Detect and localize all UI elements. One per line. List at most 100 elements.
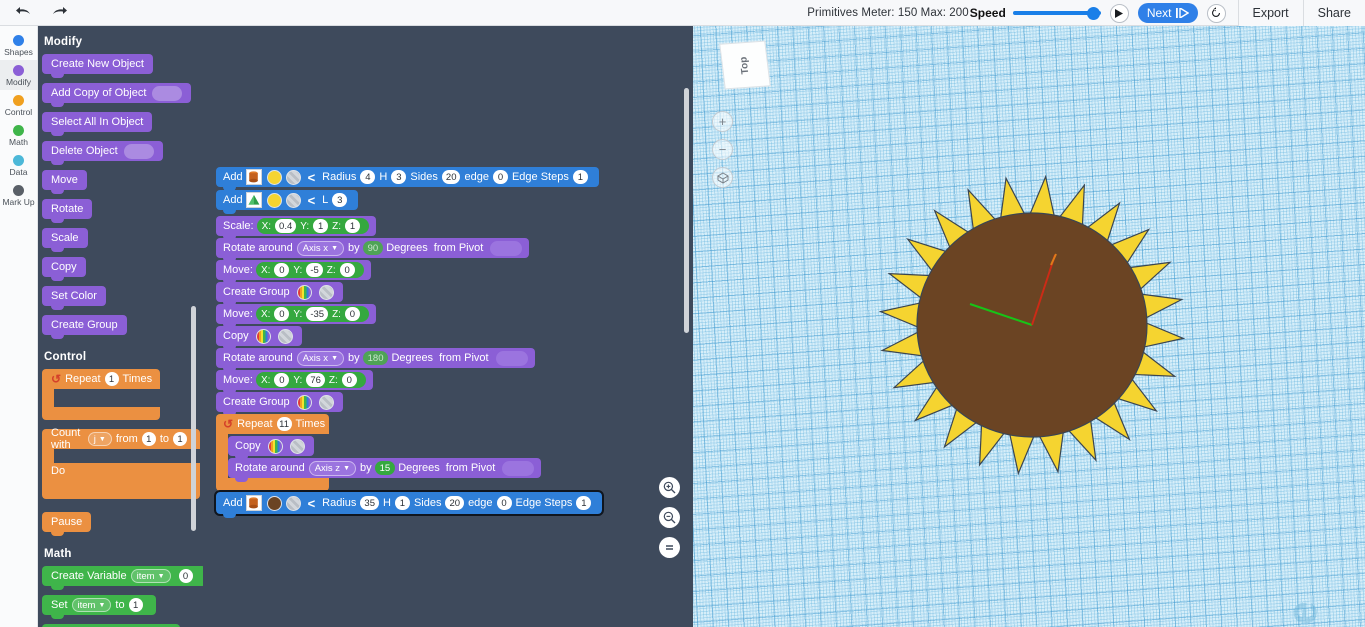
viewport-zoom-out-icon[interactable]: − xyxy=(712,139,733,160)
palette-block-pause[interactable]: Pause xyxy=(42,512,92,536)
speed-slider[interactable] xyxy=(1012,5,1101,21)
scale-x-input[interactable]: 0.4 xyxy=(275,219,297,233)
sides-input[interactable]: 20 xyxy=(441,170,461,184)
move-z-input[interactable]: 0 xyxy=(341,373,357,387)
material-swatch[interactable] xyxy=(318,394,334,410)
cylinder-icon[interactable] xyxy=(245,495,262,511)
script-block-move-3[interactable]: Move: X: 0 Y: 76 Z: 0 xyxy=(216,370,373,394)
set-variable-value[interactable]: 1 xyxy=(128,598,143,612)
sides-input[interactable]: 20 xyxy=(445,496,465,510)
script-block-move-1[interactable]: Move: X: 0 Y: -5 Z: 0 xyxy=(216,260,371,284)
rotate-degrees-input[interactable]: 180 xyxy=(362,351,389,365)
count-from-input[interactable]: 1 xyxy=(141,432,156,446)
view-cube[interactable]: Top xyxy=(719,40,771,90)
export-button[interactable]: Export xyxy=(1237,0,1303,26)
pivot-slot[interactable] xyxy=(502,460,535,476)
palette-block-set-color[interactable]: Set Color xyxy=(42,286,106,310)
pivot-slot[interactable] xyxy=(490,240,523,256)
rail-item-modify[interactable]: Modify xyxy=(0,60,37,90)
scale-y-input[interactable]: 1 xyxy=(313,219,329,233)
color-swatch[interactable] xyxy=(255,328,271,344)
zoom-out-icon[interactable] xyxy=(659,507,680,528)
count-body-slot[interactable] xyxy=(42,449,54,463)
script-block-add-cone[interactable]: Add < L3 xyxy=(216,190,359,214)
script-vertical-scrollbar[interactable] xyxy=(684,88,689,333)
scale-z-input[interactable]: 1 xyxy=(345,219,361,233)
script-block-copy-2[interactable]: Copy xyxy=(228,436,314,460)
script-block-rotate-around-x-90[interactable]: Rotate around Axis x ▼ by 90 Degrees from… xyxy=(216,238,530,262)
move-z-input[interactable]: 0 xyxy=(339,263,355,277)
length-input[interactable]: 3 xyxy=(332,193,348,207)
script-block-move-2[interactable]: Move: X: 0 Y: -35 Z: 0 xyxy=(216,304,376,328)
share-button[interactable]: Share xyxy=(1302,0,1365,26)
rail-item-shapes[interactable]: Shapes xyxy=(0,30,37,60)
height-input[interactable]: 1 xyxy=(394,496,410,510)
edge-input[interactable]: 0 xyxy=(496,496,512,510)
palette-block-select-all-in-object[interactable]: Select All In Object xyxy=(42,112,153,136)
palette-block-set-variable[interactable]: Set item ▼ to 1 xyxy=(42,595,156,619)
palette-block-move[interactable]: Move xyxy=(42,170,87,194)
set-variable-dropdown[interactable]: item ▼ xyxy=(71,598,112,612)
script-block-rotate-around-x-180[interactable]: Rotate around Axis x ▼ by 180 Degrees fro… xyxy=(216,348,535,372)
material-swatch[interactable] xyxy=(289,438,305,454)
zoom-in-icon[interactable] xyxy=(659,477,680,498)
sunflower-model[interactable] xyxy=(840,150,1220,500)
palette-block-scale[interactable]: Scale xyxy=(42,228,88,252)
edge-input[interactable]: 0 xyxy=(492,170,508,184)
speed-slider-knob[interactable] xyxy=(1086,7,1100,20)
reset-button[interactable] xyxy=(1206,3,1226,23)
material-swatch[interactable] xyxy=(285,192,301,208)
material-swatch[interactable] xyxy=(277,328,293,344)
palette-block-copy[interactable]: Copy xyxy=(42,257,86,281)
color-swatch[interactable] xyxy=(267,438,283,454)
rail-item-math[interactable]: Math xyxy=(0,120,37,150)
collapse-chevron-icon[interactable]: < xyxy=(308,496,316,511)
palette-block-rotate[interactable]: Rotate xyxy=(42,199,93,223)
count-variable-dropdown[interactable]: j ▼ xyxy=(87,432,112,446)
palette-block-delete-object[interactable]: Delete Object xyxy=(42,141,163,165)
color-swatch[interactable] xyxy=(296,284,312,300)
block-palette[interactable]: Modify Create New Object Add Copy of Obj… xyxy=(38,26,203,627)
repeat-times-input[interactable]: 11 xyxy=(276,417,292,431)
move-y-input[interactable]: -35 xyxy=(306,307,329,321)
script-block-create-group-1[interactable]: Create Group xyxy=(216,282,343,306)
rotate-axis-dropdown[interactable]: Axis x ▼ xyxy=(296,350,344,366)
rail-item-control[interactable]: Control xyxy=(0,90,37,120)
collapse-chevron-icon[interactable]: < xyxy=(308,170,316,185)
cylinder-icon[interactable] xyxy=(245,169,262,185)
move-y-input[interactable]: 76 xyxy=(306,373,325,387)
repeat-times-input[interactable]: 1 xyxy=(104,372,119,386)
material-swatch[interactable] xyxy=(318,284,334,300)
create-variable-value[interactable]: 0 xyxy=(178,569,193,583)
palette-block-create-new-object[interactable]: Create New Object xyxy=(42,54,153,78)
color-swatch[interactable] xyxy=(296,394,312,410)
count-do-slot[interactable] xyxy=(42,479,200,491)
zoom-fit-icon[interactable] xyxy=(659,537,680,558)
viewport-home-icon[interactable] xyxy=(712,167,733,188)
pivot-slot[interactable] xyxy=(495,350,528,366)
repeat-body-slot[interactable] xyxy=(42,389,54,407)
create-variable-dropdown[interactable]: item ▼ xyxy=(130,569,171,583)
palette-scrollbar[interactable] xyxy=(191,306,196,531)
palette-block-create-variable[interactable]: Create Variable item ▼ 0 xyxy=(42,566,203,590)
rail-item-markup[interactable]: Mark Up xyxy=(0,180,37,210)
move-x-input[interactable]: 0 xyxy=(274,307,290,321)
rotate-degrees-input[interactable]: 15 xyxy=(374,461,396,475)
rotate-degrees-input[interactable]: 90 xyxy=(362,241,384,255)
rotate-axis-dropdown[interactable]: Axis x ▼ xyxy=(296,240,344,256)
redo-arrow-icon[interactable] xyxy=(46,3,72,23)
palette-block-count-with[interactable]: Count with j ▼ from 1 to 1 Do xyxy=(42,427,203,499)
palette-block-repeat[interactable]: ↺ Repeat 1 Times xyxy=(42,369,203,420)
object-slot[interactable] xyxy=(152,85,183,101)
count-to-input[interactable]: 1 xyxy=(173,432,187,446)
cone-icon[interactable] xyxy=(245,192,262,208)
object-slot[interactable] xyxy=(123,143,154,159)
move-x-input[interactable]: 0 xyxy=(274,263,290,277)
play-button[interactable] xyxy=(1109,3,1129,23)
material-swatch[interactable] xyxy=(285,495,301,511)
script-block-scale[interactable]: Scale: X: 0.4 Y: 1 Z: 1 xyxy=(216,216,377,240)
edge-steps-input[interactable]: 1 xyxy=(572,170,588,184)
color-swatch[interactable] xyxy=(266,192,282,208)
move-z-input[interactable]: 0 xyxy=(344,307,360,321)
script-block-create-group-2[interactable]: Create Group xyxy=(216,392,343,416)
